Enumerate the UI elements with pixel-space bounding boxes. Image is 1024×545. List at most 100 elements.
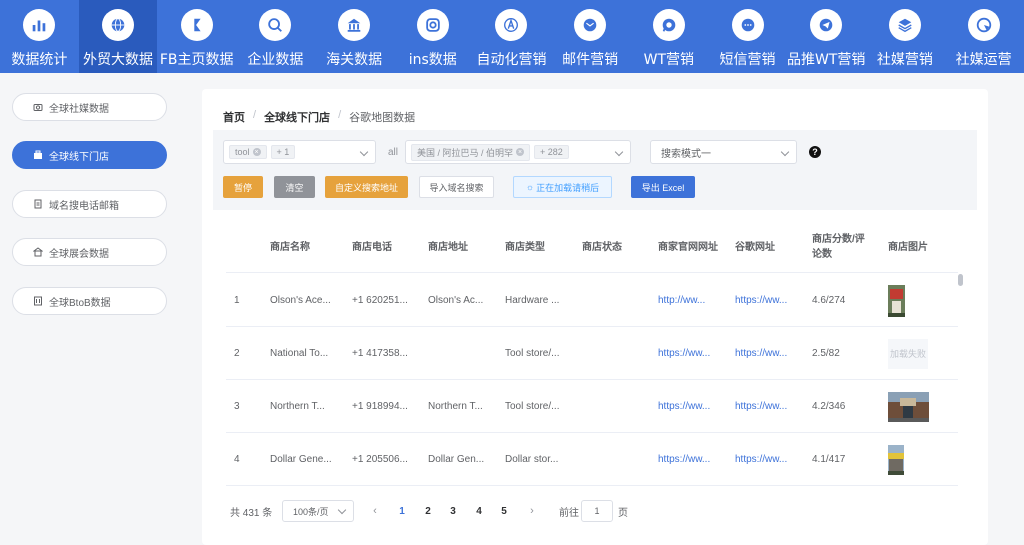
table-row[interactable]: 3 Northern T... +1 918994... Northern T.… xyxy=(226,380,958,433)
chevron-down-icon xyxy=(614,147,624,157)
tag-close-icon[interactable]: × xyxy=(516,148,525,156)
merchant-website-link[interactable]: https://ww... xyxy=(658,380,728,433)
store-image[interactable] xyxy=(888,274,928,327)
store-rating: 4.1/417 xyxy=(812,454,846,465)
breadcrumb-offline-stores[interactable]: 全球线下门店 xyxy=(264,109,330,125)
pagination-total: 共 431 条 xyxy=(230,507,273,519)
nav-item-pt-wt-marketing[interactable]: 品推WT营销 xyxy=(787,0,866,73)
sidebar-item-exhibition-data[interactable]: 全球展会数据 xyxy=(12,238,167,266)
nav-item-fb-data[interactable]: FB主页数据 xyxy=(157,0,236,73)
sidebar-item-btob-data[interactable]: 全球BtoB数据 xyxy=(12,287,167,315)
sidebar-item-social-data[interactable]: 全球社媒数据 xyxy=(12,93,167,121)
google-url-link[interactable]: https://ww... xyxy=(735,433,805,486)
page-number[interactable]: 2 xyxy=(419,500,437,522)
chevron-down-icon xyxy=(337,505,347,515)
nav-item-wt-marketing[interactable]: WT营销 xyxy=(630,0,709,73)
keyword-select[interactable]: tool × + 1 xyxy=(223,140,376,164)
store-phone: +1 620251... xyxy=(352,295,408,306)
merchant-website-link[interactable]: https://ww... xyxy=(658,433,728,486)
page-number[interactable]: 1 xyxy=(393,500,411,522)
company-search-icon xyxy=(259,9,292,41)
nav-item-customs-data[interactable]: 海关数据 xyxy=(315,0,394,73)
tag-close-icon[interactable]: × xyxy=(252,148,261,156)
loading-label: 正在加载请稍后 xyxy=(536,182,600,193)
custom-address-button[interactable]: 自定义搜索地址 xyxy=(325,176,408,198)
import-domain-button[interactable]: 导入域名搜索 xyxy=(419,176,494,198)
region-select[interactable]: 美国 / 阿拉巴马 / 伯明罕 × + 282 xyxy=(405,140,631,164)
chevron-down-icon xyxy=(359,147,369,157)
store-address: Dollar Gen... xyxy=(428,454,485,465)
merchant-website-link[interactable]: http://ww... xyxy=(658,274,728,327)
google-url-link[interactable]: https://ww... xyxy=(735,274,805,327)
store-photo xyxy=(888,284,905,317)
nav-label: FB主页数据 xyxy=(159,52,234,68)
breadcrumb-separator: / xyxy=(253,109,257,121)
clear-button[interactable]: 清空 xyxy=(274,176,315,198)
merchant-website-link[interactable]: https://ww... xyxy=(658,327,728,380)
page-size-value: 100条/页 xyxy=(293,506,329,517)
table-row[interactable]: 1 Olson's Ace... +1 620251... Olson's Ac… xyxy=(226,274,958,327)
google-url-link[interactable]: https://ww... xyxy=(735,380,805,433)
store-icon xyxy=(33,150,43,160)
col-google-url: 谷歌网址 xyxy=(735,241,775,253)
nav-item-sms-marketing[interactable]: 短信营销 xyxy=(708,0,787,73)
sidebar-item-label: 域名搜电话邮箱 xyxy=(49,200,119,212)
sidebar-item-label: 全球线下门店 xyxy=(49,151,109,163)
store-address xyxy=(428,327,498,380)
prev-page-icon[interactable]: ‹ xyxy=(368,500,382,522)
breadcrumb-home[interactable]: 首页 xyxy=(223,109,245,125)
camera-icon xyxy=(33,102,43,112)
nav-item-ins-data[interactable]: ins数据 xyxy=(393,0,472,73)
store-status xyxy=(582,327,652,380)
search-mode-select[interactable]: 搜索模式一 xyxy=(650,140,797,164)
pause-button[interactable]: 暂停 xyxy=(223,176,263,198)
next-page-icon[interactable]: › xyxy=(525,500,539,522)
social-ops-icon xyxy=(967,9,1000,41)
nav-item-company-data[interactable]: 企业数据 xyxy=(236,0,315,73)
nav-label: 外贸大数据 xyxy=(83,52,154,68)
page-size-select[interactable]: 100条/页 xyxy=(282,500,354,522)
table-header: 商店名称 商店电话 商店地址 商店类型 商店状态 商家官网网址 谷歌网址 商店分… xyxy=(226,221,958,273)
help-icon[interactable]: ? xyxy=(809,146,821,158)
globe-icon xyxy=(102,9,135,41)
store-image[interactable] xyxy=(888,433,928,486)
col-store-address: 商店地址 xyxy=(428,241,468,253)
main-panel: 首页 / 全球线下门店 / 谷歌地图数据 tool × + 1 all 美国 / … xyxy=(202,89,988,545)
page-number[interactable]: 3 xyxy=(444,500,462,522)
goto-label: 前往 xyxy=(559,507,579,519)
page-number[interactable]: 4 xyxy=(470,500,488,522)
loading-button[interactable]: ☼ 正在加载请稍后 xyxy=(513,176,612,198)
breadcrumb-current: 谷歌地图数据 xyxy=(349,112,416,124)
nav-item-social-ops[interactable]: 社媒运营 xyxy=(944,0,1023,73)
sidebar-item-label: 全球展会数据 xyxy=(49,248,109,260)
nav-label: 社媒营销 xyxy=(876,52,933,68)
store-type: Hardware ... xyxy=(505,295,560,306)
store-name: National To... xyxy=(270,348,329,359)
google-url-link[interactable]: https://ww... xyxy=(735,327,805,380)
nav-item-email-marketing[interactable]: 邮件营销 xyxy=(551,0,630,73)
table-row[interactable]: 2 National To... +1 417358... Tool store… xyxy=(226,327,958,380)
store-image[interactable] xyxy=(888,380,932,433)
document-icon xyxy=(33,199,43,209)
row-index: 4 xyxy=(234,454,240,465)
store-type: Dollar stor... xyxy=(505,454,559,465)
nav-item-trade-data[interactable]: 外贸大数据 xyxy=(78,0,158,73)
sidebar-item-domain-search[interactable]: 域名搜电话邮箱 xyxy=(12,190,167,218)
sidebar-item-offline-stores[interactable]: 全球线下门店 xyxy=(12,141,167,169)
store-photo xyxy=(888,391,929,422)
store-status xyxy=(582,433,652,486)
sms-icon xyxy=(731,9,764,41)
nav-item-auto-marketing[interactable]: 自动化营销 xyxy=(472,0,551,73)
page-number[interactable]: 5 xyxy=(495,500,513,522)
store-photo xyxy=(888,444,904,475)
nav-item-social-marketing[interactable]: 社媒营销 xyxy=(866,0,945,73)
table-scrollbar[interactable] xyxy=(958,274,963,286)
export-excel-button[interactable]: 导出 Excel xyxy=(631,176,695,198)
table-row[interactable]: 4 Dollar Gene... +1 205506... Dollar Gen… xyxy=(226,433,958,486)
store-image[interactable]: 加载失败 xyxy=(888,327,930,380)
goto-page-input[interactable] xyxy=(581,500,613,522)
col-merchant-website: 商家官网网址 xyxy=(658,241,718,253)
keyword-tag-text: tool xyxy=(235,147,250,157)
nav-item-stats[interactable]: 数据统计 xyxy=(0,0,79,73)
col-store-image: 商店图片 xyxy=(888,241,928,253)
